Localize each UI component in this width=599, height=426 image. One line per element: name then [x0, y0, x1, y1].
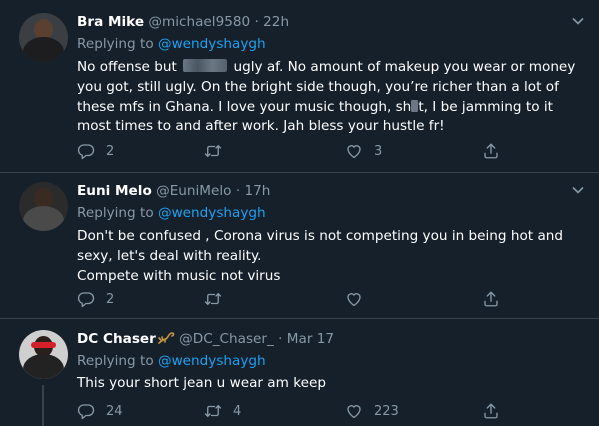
replying-to-label: Replying to — [77, 205, 154, 221]
share-icon — [484, 403, 498, 419]
like-count: 223 — [374, 403, 399, 419]
thread-line — [42, 385, 44, 426]
separator: · — [235, 183, 241, 199]
retweet-icon — [204, 145, 222, 157]
like-button[interactable] — [345, 289, 374, 309]
mention-link[interactable]: @wendyshaygh — [158, 36, 266, 52]
redacted-word — [183, 59, 228, 72]
timestamp[interactable]: Mar 17 — [287, 331, 334, 347]
mention-link[interactable]: @wendyshaygh — [158, 205, 266, 221]
separator: · — [254, 14, 259, 30]
timestamp[interactable]: 22h — [263, 14, 289, 30]
handle[interactable]: @EuniMelo — [156, 183, 231, 199]
reply-count: 2 — [106, 143, 115, 159]
display-name[interactable]: DC Chaser — [77, 331, 156, 347]
like-button[interactable]: 223 — [345, 401, 399, 421]
reply-button[interactable]: 24 — [77, 401, 123, 421]
like-count: 3 — [374, 143, 383, 159]
share-button[interactable] — [482, 289, 500, 309]
tweet-text-line: Don't be confused , Corona virus is not … — [77, 228, 564, 264]
reply-icon — [77, 292, 95, 308]
tweet-1[interactable]: Bra Mike @michael9580 · 22h Replying to … — [0, 0, 599, 172]
retweet-count: 4 — [233, 403, 242, 419]
retweet-button[interactable]: 4 — [204, 401, 241, 421]
tweet-2[interactable]: Euni Melo @EuniMelo · 17h Replying to @w… — [0, 173, 599, 318]
tweet-3[interactable]: DC Chaser @DC_Chaser_ · Mar 17 Replying … — [0, 319, 599, 426]
tweet-text: Don't be confused , Corona virus is not … — [77, 227, 582, 286]
heart-icon — [347, 405, 361, 419]
handle[interactable]: @DC_Chaser_ — [179, 331, 274, 347]
avatar[interactable] — [19, 182, 68, 231]
display-name[interactable]: Bra Mike — [77, 14, 144, 30]
avatar[interactable] — [19, 330, 68, 379]
share-button[interactable] — [482, 401, 500, 421]
display-name[interactable]: Euni Melo — [77, 183, 152, 199]
tweet-text: This your short jean u wear am keep — [77, 375, 326, 391]
reply-icon — [77, 144, 95, 160]
retweet-icon — [204, 293, 222, 305]
heart-icon — [347, 293, 361, 307]
retweet-icon — [204, 405, 222, 417]
reply-button[interactable]: 2 — [77, 141, 114, 161]
chevron-down-icon[interactable] — [571, 14, 585, 28]
heart-icon — [347, 145, 361, 159]
replying-to-label: Replying to — [77, 353, 154, 369]
reply-button[interactable]: 2 — [77, 289, 114, 309]
handle[interactable]: @michael9580 — [148, 14, 250, 30]
replying-to-label: Replying to — [77, 36, 154, 52]
tweet-text: No offense but ugly af. No amount of mak… — [77, 59, 576, 135]
scorpion-emoji — [158, 332, 175, 344]
mention-link[interactable]: @wendyshaygh — [158, 353, 266, 369]
share-icon — [484, 291, 498, 307]
reply-icon — [77, 404, 95, 420]
reply-count: 2 — [106, 291, 115, 307]
retweet-button[interactable] — [204, 289, 233, 309]
share-icon — [484, 143, 498, 159]
avatar[interactable] — [19, 13, 68, 62]
chevron-down-icon[interactable] — [571, 183, 585, 197]
reply-count: 24 — [106, 403, 123, 419]
like-button[interactable]: 3 — [345, 141, 382, 161]
share-button[interactable] — [482, 141, 500, 161]
tweet-text-line: Compete with music not virus — [77, 267, 281, 284]
retweet-button[interactable] — [204, 141, 233, 161]
separator: · — [278, 331, 283, 347]
timestamp[interactable]: 17h — [244, 183, 270, 199]
